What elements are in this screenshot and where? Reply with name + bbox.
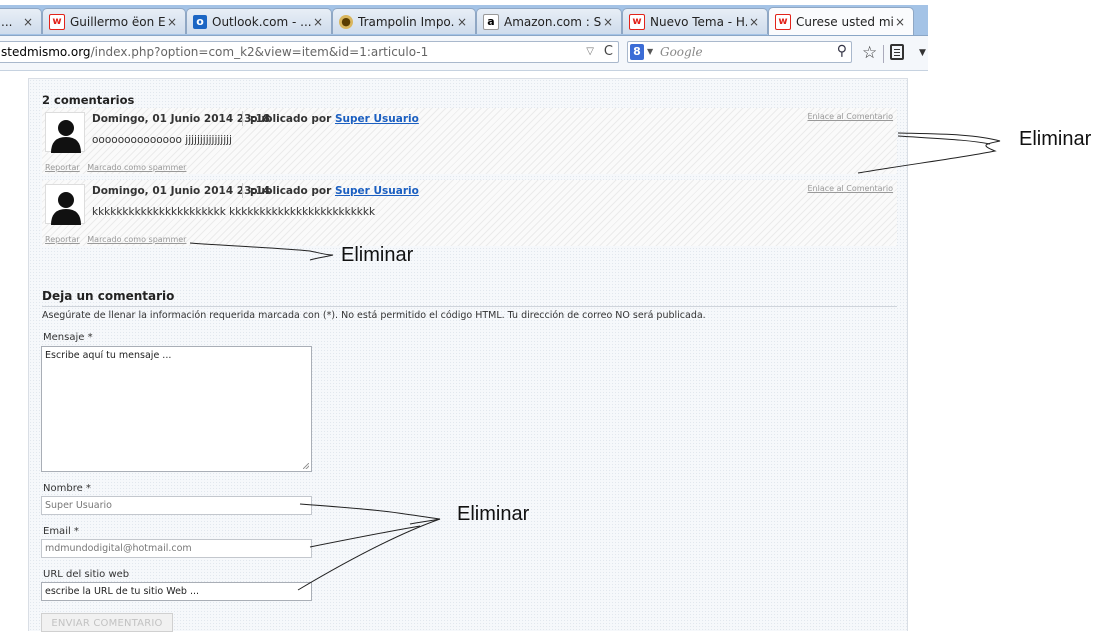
annotation-eliminar: Eliminar	[1019, 128, 1092, 150]
annotation-strokes	[189, 132, 1001, 591]
annotation-eliminar: Eliminar	[341, 244, 414, 266]
annotation-eliminar: Eliminar	[457, 503, 530, 525]
